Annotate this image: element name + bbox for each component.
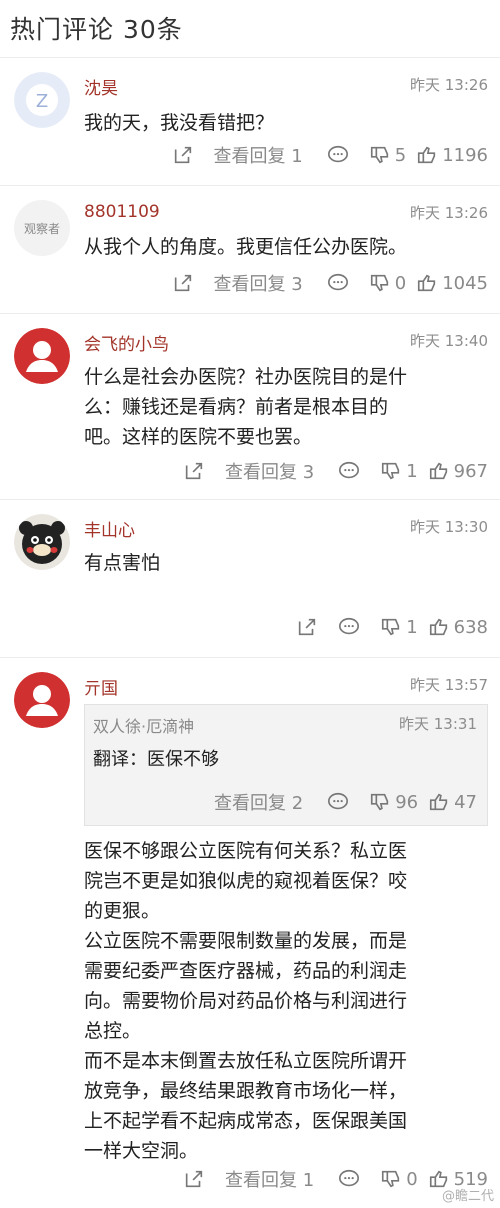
dislike-button[interactable]: 1 [380,616,418,638]
avatar[interactable] [14,672,70,728]
view-replies-link[interactable]: 查看回复 1 [214,142,303,168]
like-button[interactable]: 1045 [416,272,488,294]
comment-bubble-icon[interactable] [338,460,360,482]
comment-text: 我的天，我没看错把？ [84,108,484,138]
quoted-text: 翻译：医保不够 [93,749,219,770]
like-count: 638 [453,616,488,638]
share-icon[interactable] [172,272,194,294]
view-replies-link[interactable]: 查看回复 3 [214,270,303,296]
comment-bubble-icon[interactable] [338,1168,360,1190]
dislike-count: 0 [406,1168,418,1190]
dislike-count: 96 [395,791,419,813]
comment-line: 一样大空洞。 [84,1140,199,1162]
comment-actions: 1 638 [296,614,488,640]
like-count: 1045 [442,272,488,294]
comment-line: 公立医院不需要限制数量的发展，而是 [84,930,408,952]
username[interactable]: 丰山心 [84,516,135,541]
comment-item: 会飞的小鸟 昨天 13:40 什么是社会办医院？社办医院目的是什 么：赚钱还是看… [0,314,500,500]
timestamp: 昨天 13:57 [410,676,488,694]
watermark: @瞻二代 [441,1189,494,1204]
username[interactable]: 亓国 [84,674,118,699]
username[interactable]: 8801109 [84,202,160,222]
share-icon[interactable] [183,460,205,482]
share-icon[interactable] [183,1168,205,1190]
dislike-button[interactable]: 0 [369,272,406,294]
comment-line: 需要纪委严查医疗器械，药品的利润走 [84,960,408,982]
avatar[interactable]: 观察者 [14,200,70,256]
comment-line: 什么是社会办医院？社办医院目的是什 [84,366,408,388]
username[interactable]: 沈昊 [84,74,118,99]
like-button[interactable]: 638 [428,616,488,638]
comment-line: 总控。 [84,1020,142,1042]
like-button[interactable]: 967 [428,460,488,482]
share-icon[interactable] [296,616,318,638]
comment-text: 从我个人的角度。我更信任公办医院。 [84,232,484,262]
comment-bubble-icon[interactable] [327,144,349,166]
dislike-count: 0 [394,272,407,294]
comment-item: 观察者 8801109 昨天 13:26 从我个人的角度。我更信任公办医院。 查… [0,186,500,314]
avatar-text: 观察者 [23,221,60,236]
comment-line: 向。需要物价局对药品价格与利润进行 [84,990,408,1012]
svg-text:Z: Z [36,91,48,112]
comment-line: 院岂不更是如狼似虎的窥视着医保？咬 [84,870,408,892]
view-replies-link[interactable]: 查看回复 3 [225,458,314,484]
dislike-count: 1 [406,460,418,482]
comment-line: 的更狠。 [84,900,161,922]
comment-actions: 查看回复 3 0 1045 [172,270,488,296]
dislike-button[interactable]: 5 [369,144,406,166]
timestamp: 昨天 13:26 [410,204,488,222]
comment-line: 从我个人的角度。我更信任公办医院。 [84,236,408,258]
like-count: 47 [454,791,477,813]
quoted-timestamp: 昨天 13:31 [399,715,477,733]
comment-actions: 查看回复 3 1 967 [183,458,488,484]
view-replies-link[interactable]: 查看回复 2 [214,789,303,815]
quoted-actions: 查看回复 2 96 47 [214,789,477,815]
comment-line: 放竞争，最终结果跟教育市场化一样， [84,1080,408,1102]
dislike-count: 5 [394,144,407,166]
like-count: 967 [453,460,488,482]
comment-line: 医保不够跟公立医院有何关系？私立医 [84,840,408,862]
comment-text: 什么是社会办医院？社办医院目的是什 么：赚钱还是看病？前者是根本目的 吧。这样的… [84,362,484,452]
comment-line: 有点害怕 [84,552,161,574]
avatar[interactable]: Z [14,72,70,128]
comment-line: 么：赚钱还是看病？前者是根本目的 [84,396,389,418]
comment-actions: 查看回复 1 5 1196 [172,142,488,168]
comment-line: 我的天，我没看错把？ [84,112,275,134]
comment-text: 有点害怕 [84,548,484,578]
like-button[interactable]: 1196 [416,144,488,166]
comment-item: Z 沈昊 昨天 13:26 我的天，我没看错把？ 查看回复 1 5 1196 [0,58,500,186]
timestamp: 昨天 13:40 [410,332,488,350]
dislike-count: 1 [406,616,418,638]
dislike-button[interactable]: 96 [369,791,418,813]
quoted-comment[interactable]: 双人徐·厄滴神 昨天 13:31 翻译：医保不够 查看回复 2 96 47 [84,704,488,826]
timestamp: 昨天 13:26 [410,76,488,94]
avatar[interactable] [14,514,70,570]
comment-bubble-icon[interactable] [327,272,349,294]
comment-bubble-icon[interactable] [327,791,349,813]
username[interactable]: 会飞的小鸟 [84,330,169,355]
dislike-button[interactable]: 0 [380,1168,418,1190]
dislike-button[interactable]: 1 [380,460,418,482]
share-icon[interactable] [172,144,194,166]
like-count: 1196 [442,144,488,166]
comment-item: 丰山心 昨天 13:30 有点害怕 1 638 [0,500,500,658]
quoted-username[interactable]: 双人徐·厄滴神 [93,713,194,737]
like-button[interactable]: 47 [428,791,477,813]
avatar[interactable] [14,328,70,384]
comment-line: 吧。这样的医院不要也罢。 [84,426,313,448]
timestamp: 昨天 13:30 [410,518,488,536]
comment-line: 而不是本末倒置去放任私立医院所谓开 [84,1050,408,1072]
page-title: 热门评论 30条 [10,15,183,44]
comment-bubble-icon[interactable] [338,616,360,638]
comment-text: 医保不够跟公立医院有何关系？私立医 院岂不更是如狼似虎的窥视着医保？咬 的更狠。… [84,836,484,1166]
comment-line: 上不起学看不起病成常态，医保跟美国 [84,1110,408,1132]
comments-header: 热门评论 30条 [0,0,500,58]
view-replies-link[interactable]: 查看回复 1 [225,1166,314,1192]
